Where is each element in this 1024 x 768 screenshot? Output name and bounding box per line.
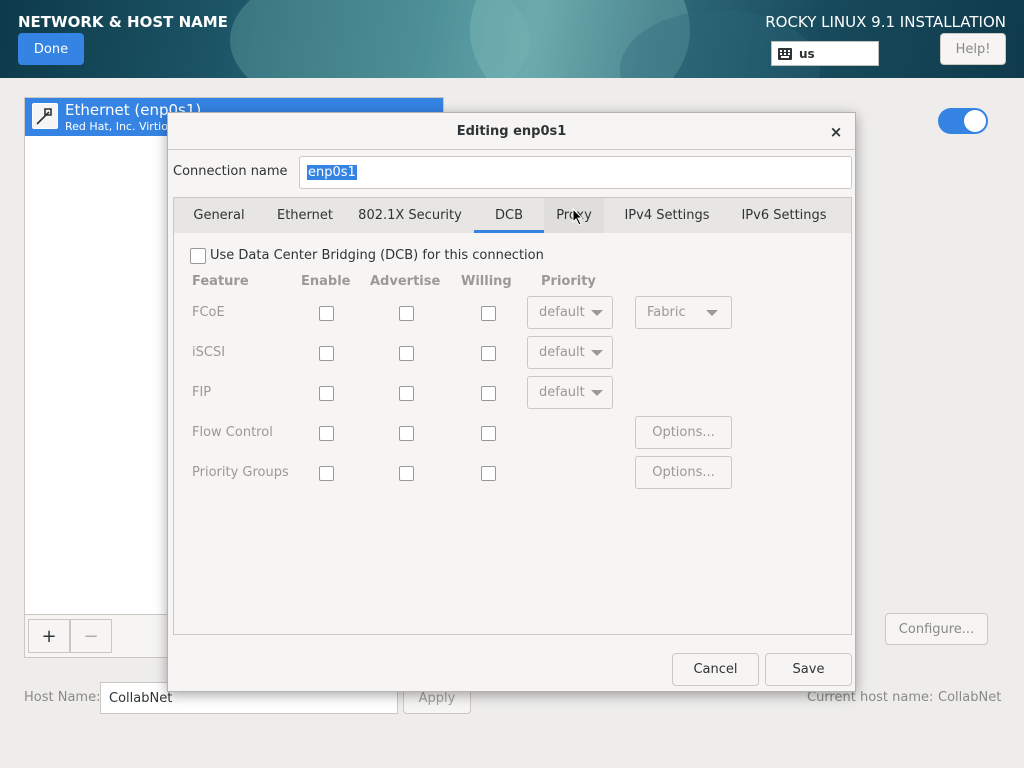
edit-connection-dialog: Editing enp0s1 × Connection name enp0s1 … — [167, 112, 856, 692]
keyboard-icon — [778, 47, 792, 60]
dcb-settings-panel: Use Data Center Bridging (DCB) for this … — [173, 233, 852, 635]
column-header-feature: Feature — [192, 274, 249, 289]
host-name-label: Host Name: — [24, 690, 101, 705]
use-dcb-label: Use Data Center Bridging (DCB) for this … — [210, 248, 544, 263]
chevron-down-icon — [590, 389, 603, 396]
advertise-checkbox[interactable] — [399, 346, 414, 361]
page-title: NETWORK & HOST NAME — [18, 13, 228, 31]
column-header-enable: Enable — [301, 274, 351, 289]
tab-ipv6-settings[interactable]: IPv6 Settings — [730, 198, 838, 233]
configure-button[interactable]: Configure... — [885, 613, 988, 645]
feature-label: FCoE — [192, 305, 225, 320]
priority-value: default — [539, 345, 585, 360]
priority-value: default — [539, 305, 585, 320]
enable-checkbox[interactable] — [319, 426, 334, 441]
fcoe-mode-select[interactable]: Fabric — [635, 296, 732, 329]
tab-8021x-security[interactable]: 802.1X Security — [346, 198, 474, 233]
chevron-down-icon — [590, 309, 603, 316]
enable-checkbox[interactable] — [319, 386, 334, 401]
chevron-down-icon — [705, 309, 718, 316]
done-button[interactable]: Done — [18, 33, 84, 65]
willing-checkbox[interactable] — [481, 346, 496, 361]
dialog-title: Editing enp0s1 — [168, 113, 855, 150]
feature-label: iSCSI — [192, 345, 226, 360]
advertise-checkbox[interactable] — [399, 426, 414, 441]
enable-checkbox[interactable] — [319, 306, 334, 321]
tab-ipv4-settings[interactable]: IPv4 Settings — [604, 198, 730, 233]
keyboard-layout-indicator[interactable]: us — [771, 41, 879, 66]
column-header-willing: Willing — [461, 274, 512, 289]
priority-select[interactable]: default — [527, 296, 613, 329]
toggle-knob — [964, 110, 986, 132]
enable-checkbox[interactable] — [319, 346, 334, 361]
column-header-priority: Priority — [541, 274, 596, 289]
enable-checkbox[interactable] — [319, 466, 334, 481]
header-bar — [0, 0, 1024, 78]
willing-checkbox[interactable] — [481, 306, 496, 321]
use-dcb-checkbox[interactable] — [190, 248, 206, 264]
close-icon[interactable]: × — [826, 122, 846, 142]
help-button[interactable]: Help! — [940, 33, 1006, 65]
priority-select[interactable]: default — [527, 376, 613, 409]
tab-dcb[interactable]: DCB — [474, 198, 544, 233]
tab-ethernet[interactable]: Ethernet — [264, 198, 346, 233]
ethernet-icon — [32, 103, 58, 129]
chevron-down-icon — [590, 349, 603, 356]
priority-select[interactable]: default — [527, 336, 613, 369]
advertise-checkbox[interactable] — [399, 306, 414, 321]
current-host-name-value: CollabNet — [938, 690, 1002, 705]
advertise-checkbox[interactable] — [399, 466, 414, 481]
column-header-advertise: Advertise — [370, 274, 441, 289]
tab-bar: General Ethernet 802.1X Security DCB Pro… — [173, 197, 852, 234]
remove-device-button[interactable]: − — [70, 619, 112, 653]
feature-label: FIP — [192, 385, 212, 400]
mouse-cursor-icon — [572, 208, 584, 226]
current-host-name-label: Current host name: — [807, 690, 934, 705]
product-title: ROCKY LINUX 9.1 INSTALLATION — [765, 13, 1006, 31]
add-device-button[interactable]: + — [28, 619, 70, 653]
feature-label: Priority Groups — [192, 465, 289, 480]
connection-name-selected-text: enp0s1 — [307, 165, 357, 180]
connection-name-input[interactable]: enp0s1 — [299, 156, 852, 189]
cancel-button[interactable]: Cancel — [672, 653, 759, 686]
connection-name-label: Connection name — [173, 164, 288, 179]
advertise-checkbox[interactable] — [399, 386, 414, 401]
save-button[interactable]: Save — [765, 653, 852, 686]
keyboard-layout-label: us — [799, 46, 815, 61]
willing-checkbox[interactable] — [481, 386, 496, 401]
flow-control-options-button[interactable]: Options... — [635, 416, 732, 449]
fcoe-mode-value: Fabric — [647, 305, 686, 320]
priority-groups-options-button[interactable]: Options... — [635, 456, 732, 489]
priority-value: default — [539, 385, 585, 400]
feature-label: Flow Control — [192, 425, 273, 440]
willing-checkbox[interactable] — [481, 426, 496, 441]
tab-general[interactable]: General — [174, 198, 264, 233]
device-enable-toggle[interactable] — [938, 108, 988, 134]
willing-checkbox[interactable] — [481, 466, 496, 481]
